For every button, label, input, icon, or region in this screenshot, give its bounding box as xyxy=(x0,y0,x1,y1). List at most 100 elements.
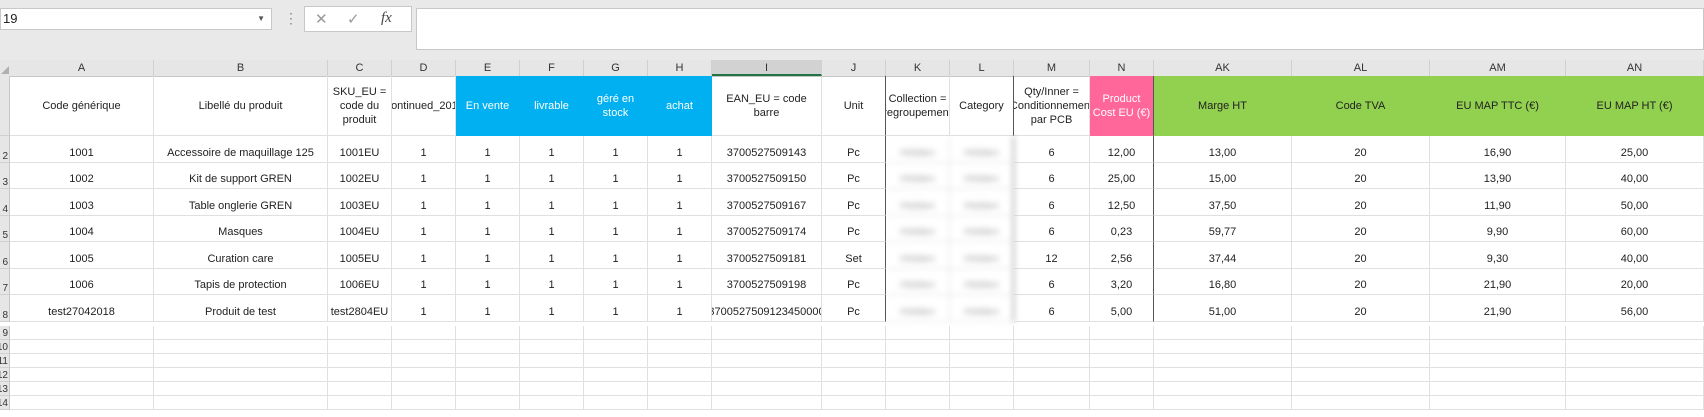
table-cell[interactable]: Masques xyxy=(154,215,328,242)
table-cell[interactable]: 1002EU xyxy=(328,162,392,189)
header-cell-g[interactable]: géré en stock xyxy=(584,76,648,136)
row-header-7[interactable]: 7 xyxy=(0,268,10,295)
column-header-l[interactable]: L xyxy=(950,60,1014,76)
table-cell[interactable]: 1 xyxy=(520,215,584,242)
empty-cell[interactable] xyxy=(1154,326,1292,340)
table-cell[interactable]: test2804EU xyxy=(328,295,392,322)
empty-cell[interactable] xyxy=(1014,326,1090,340)
table-cell[interactable]: Kit de support GREN xyxy=(154,162,328,189)
table-cell[interactable]: Curation care xyxy=(154,242,328,269)
table-cell[interactable]: Table onglerie GREN xyxy=(154,189,328,216)
row-header-1[interactable] xyxy=(0,76,10,136)
empty-cell[interactable] xyxy=(1566,340,1704,354)
empty-cell[interactable] xyxy=(1014,354,1090,368)
row-header-6[interactable]: 6 xyxy=(0,242,10,269)
empty-cell[interactable] xyxy=(1292,354,1430,368)
empty-cell[interactable] xyxy=(712,354,822,368)
formula-input[interactable] xyxy=(416,8,1704,50)
empty-cell[interactable] xyxy=(950,368,1014,382)
empty-cell[interactable] xyxy=(456,396,520,410)
table-cell[interactable]: 1 xyxy=(392,268,456,295)
empty-cell[interactable] xyxy=(822,368,886,382)
table-cell[interactable]: 6 xyxy=(1014,215,1090,242)
empty-cell[interactable] xyxy=(584,368,648,382)
table-cell[interactable]: 1 xyxy=(392,215,456,242)
table-cell[interactable]: 20 xyxy=(1292,162,1430,189)
empty-cell[interactable] xyxy=(520,382,584,396)
column-header-g[interactable]: G xyxy=(584,60,648,76)
table-cell[interactable]: 1004 xyxy=(10,215,154,242)
more-options-icon[interactable]: ⋮ xyxy=(284,10,298,27)
empty-cell[interactable] xyxy=(392,340,456,354)
row-header-14[interactable]: 14 xyxy=(0,396,10,410)
table-cell[interactable]: Hidden xyxy=(886,162,950,189)
empty-cell[interactable] xyxy=(1292,368,1430,382)
header-cell-l[interactable]: Category xyxy=(950,76,1014,136)
table-cell[interactable]: 1 xyxy=(648,295,712,322)
table-cell[interactable]: 1 xyxy=(392,136,456,163)
table-cell[interactable]: 56,00 xyxy=(1566,295,1704,322)
table-cell[interactable]: Set xyxy=(822,242,886,269)
table-cell[interactable]: 51,00 xyxy=(1154,295,1292,322)
table-cell[interactable]: 1002 xyxy=(10,162,154,189)
header-cell-j[interactable]: Unit xyxy=(822,76,886,136)
table-cell[interactable]: 3700527509198 xyxy=(712,268,822,295)
chevron-down-icon[interactable]: ▼ xyxy=(257,9,265,29)
empty-cell[interactable] xyxy=(822,382,886,396)
table-cell[interactable]: 21,90 xyxy=(1430,295,1566,322)
table-cell[interactable]: 3700527509143 xyxy=(712,136,822,163)
table-cell[interactable]: 1006EU xyxy=(328,268,392,295)
column-header-a[interactable]: A xyxy=(10,60,154,76)
empty-cell[interactable] xyxy=(1566,396,1704,410)
empty-cell[interactable] xyxy=(886,326,950,340)
table-cell[interactable]: 1 xyxy=(456,189,520,216)
table-cell[interactable]: 1 xyxy=(520,295,584,322)
table-cell[interactable]: 1 xyxy=(520,136,584,163)
empty-cell[interactable] xyxy=(456,354,520,368)
header-cell-i[interactable]: EAN_EU = code barre xyxy=(712,76,822,136)
table-cell[interactable]: Hidden xyxy=(950,268,1014,295)
table-cell[interactable]: 6 xyxy=(1014,162,1090,189)
row-header-4[interactable]: 4 xyxy=(0,189,10,216)
empty-cell[interactable] xyxy=(392,382,456,396)
empty-cell[interactable] xyxy=(392,368,456,382)
table-cell[interactable]: 12,00 xyxy=(1090,136,1154,163)
cancel-icon[interactable]: ✕ xyxy=(315,10,328,28)
empty-cell[interactable] xyxy=(886,396,950,410)
empty-cell[interactable] xyxy=(886,382,950,396)
header-cell-k[interactable]: Collection = regroupement xyxy=(886,76,950,136)
enter-icon[interactable]: ✓ xyxy=(347,10,360,28)
table-cell[interactable]: 25,00 xyxy=(1090,162,1154,189)
table-cell[interactable]: 9,30 xyxy=(1430,242,1566,269)
table-cell[interactable]: 20 xyxy=(1292,242,1430,269)
column-header-an[interactable]: AN xyxy=(1566,60,1704,76)
empty-cell[interactable] xyxy=(584,354,648,368)
table-cell[interactable]: 6 xyxy=(1014,268,1090,295)
table-cell[interactable]: 1 xyxy=(520,162,584,189)
empty-cell[interactable] xyxy=(520,340,584,354)
table-cell[interactable]: 1 xyxy=(648,242,712,269)
table-cell[interactable]: 1 xyxy=(584,268,648,295)
table-cell[interactable]: 3700527509167 xyxy=(712,189,822,216)
table-cell[interactable]: 1 xyxy=(456,136,520,163)
column-header-b[interactable]: B xyxy=(154,60,328,76)
header-cell-f[interactable]: livrable xyxy=(520,76,584,136)
table-cell[interactable]: Hidden xyxy=(950,295,1014,322)
table-cell[interactable]: 1 xyxy=(456,242,520,269)
empty-cell[interactable] xyxy=(1566,354,1704,368)
column-header-i[interactable]: I xyxy=(712,60,822,76)
table-cell[interactable]: 20 xyxy=(1292,215,1430,242)
empty-cell[interactable] xyxy=(1430,396,1566,410)
name-box[interactable]: 19 ▼ xyxy=(0,8,272,30)
empty-cell[interactable] xyxy=(10,326,154,340)
column-header-e[interactable]: E xyxy=(456,60,520,76)
table-cell[interactable]: 1004EU xyxy=(328,215,392,242)
table-cell[interactable]: Hidden xyxy=(886,136,950,163)
column-header-m[interactable]: M xyxy=(1014,60,1090,76)
empty-cell[interactable] xyxy=(584,396,648,410)
table-cell[interactable]: 1 xyxy=(584,189,648,216)
empty-cell[interactable] xyxy=(1014,368,1090,382)
table-cell[interactable]: 3,20 xyxy=(1090,268,1154,295)
table-cell[interactable]: 1 xyxy=(456,295,520,322)
header-cell-c[interactable]: SKU_EU = code du produit xyxy=(328,76,392,136)
